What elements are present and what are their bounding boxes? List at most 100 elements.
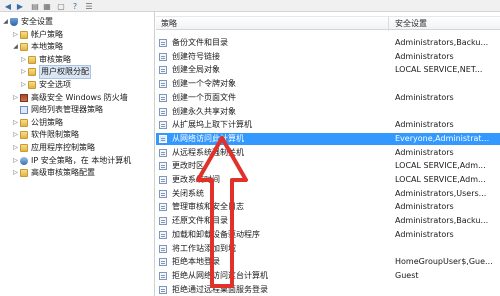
tree-expander-icon[interactable]: ▷ (12, 92, 19, 104)
table-row[interactable]: 从扩展坞上取下计算机 Administrators (156, 119, 500, 131)
policy-name: 关闭系统 (172, 188, 204, 198)
policy-name: 从扩展坞上取下计算机 (172, 120, 252, 130)
security-settings-tree: ◢ 安全设置 ▷ 帐户策略 ◢ 本地策略 ▷ 审核策略 ▷ 用户权限分配 ▷ 安全选项 ▷ 高级安全 Wi… (0, 12, 155, 296)
policy-name: 拒绝本地登录 (172, 257, 220, 267)
fw-icon (20, 93, 28, 102)
security-setting: Administrators (395, 51, 454, 61)
tree-item-label: 网络列表管理器策略 (31, 105, 103, 115)
forward-arrow-icon[interactable]: ▶ (15, 1, 25, 11)
table-row[interactable]: 创建一个页面文件 Administrators (156, 92, 500, 104)
ipsec-icon (20, 156, 28, 165)
tree-item-label: 软件限制策略 (31, 130, 79, 140)
tree-item[interactable]: ▷ 应用程序控制策略 (12, 142, 95, 154)
tree-expander-icon[interactable]: ▷ (20, 79, 27, 91)
policy-icon (159, 285, 167, 294)
policy-icon (159, 258, 167, 267)
security-setting: LOCAL SERVICE,Adm... (395, 161, 486, 171)
folder-icon (20, 118, 28, 127)
help-icon[interactable]: ? (70, 1, 80, 11)
table-row[interactable]: 还原文件和目录 Administrators,Backu... (156, 215, 500, 227)
policy-list: 策略 安全设置 备份文件和目录 Administrators,Backu... 创建… (156, 12, 500, 296)
table-row[interactable]: 管理审核和安全日志 Administrators (156, 201, 500, 213)
tree-item[interactable]: ▷ 软件限制策略 (12, 129, 79, 141)
policy-name: 更改系统时间 (172, 175, 220, 184)
policy-icon (159, 80, 167, 89)
policy-name: 创建永久共享对象 (172, 106, 236, 116)
tree-item-label: 用户权限分配 (39, 65, 91, 80)
table-row[interactable]: 从远程系统强制关机 Administrators (156, 147, 500, 159)
tree-item-label: 高级安全 Windows 防火墙 (31, 92, 128, 102)
security-setting: LOCAL SERVICE,NET... (395, 65, 483, 75)
toolbar: ◀ ▶ ▤ ▦ ▢ ? ☰ (0, 0, 500, 12)
shield-icon (10, 18, 18, 26)
table-row[interactable]: 更改时区 LOCAL SERVICE,Adm... (156, 160, 500, 172)
tree-expander-icon[interactable]: ▷ (12, 29, 19, 41)
tree-item-label: IP 安全策略，在 本地计算机 (31, 155, 132, 165)
folder-icon (20, 30, 28, 39)
policy-name: 拒绝通过远程桌面服务登录 (172, 284, 268, 294)
tree-item[interactable]: ▷ 高级审核策略配置 (12, 167, 95, 179)
policy-name: 创建一个令牌对象 (172, 79, 236, 89)
tree-expander-icon[interactable]: ▷ (20, 66, 27, 78)
tree-item-label: 帐户策略 (31, 29, 63, 39)
folder-icon (28, 68, 36, 77)
table-row[interactable]: 创建永久共享对象 (156, 106, 500, 118)
table-row[interactable]: 拒绝从网络访问这台计算机 Guest (156, 270, 500, 282)
tree-item[interactable]: ▷ 帐户策略 (12, 29, 63, 41)
tree-item[interactable]: ▷ 安全选项 (20, 79, 71, 91)
tree-expander-icon[interactable]: ▷ (12, 167, 19, 179)
policy-icon (20, 106, 28, 115)
document-icon[interactable]: ▢ (56, 1, 66, 11)
tree-expander-icon[interactable]: ▷ (12, 117, 19, 129)
table-row[interactable]: 加载和卸载设备驱动程序 Administrators (156, 229, 500, 241)
policy-icon (159, 244, 167, 253)
tree-item[interactable]: ▷ 审核策略 (20, 54, 71, 66)
security-setting: HomeGroupUser$,Gue... (395, 257, 493, 267)
back-arrow-icon[interactable]: ◀ (3, 1, 13, 11)
table-row[interactable]: 关闭系统 Administrators,Users... (156, 188, 500, 200)
tree-item[interactable]: 网络列表管理器策略 (12, 104, 103, 116)
security-setting: Administrators (395, 147, 454, 157)
policy-icon (159, 203, 167, 212)
tree-item-label: 审核策略 (39, 54, 71, 64)
tree-expander-icon[interactable]: ◢ (12, 41, 19, 53)
security-setting: Administrators,Users... (395, 188, 487, 198)
tree-item[interactable]: ▷ 用户权限分配 (20, 65, 91, 80)
tree-item[interactable]: ◢ 本地策略 (12, 41, 63, 53)
policy-name: 管理审核和安全日志 (172, 202, 244, 212)
table-row[interactable]: 创建全局对象 LOCAL SERVICE,NET... (156, 64, 500, 76)
folder-icon (20, 169, 28, 178)
list-icon[interactable]: ☰ (84, 1, 94, 11)
table-row[interactable]: 从网络访问此计算机 Everyone,Administrat... (156, 132, 500, 145)
table-row[interactable]: 创建符号链接 Administrators (156, 51, 500, 63)
tree-expander-icon[interactable]: ▷ (20, 54, 27, 66)
grid-icon[interactable]: ▦ (42, 1, 52, 11)
tree-item[interactable]: ▷ 公钥策略 (12, 117, 63, 129)
tree-item[interactable]: ▷ 高级安全 Windows 防火墙 (12, 92, 128, 104)
tree-expander-icon[interactable]: ▷ (12, 155, 19, 167)
tree-item[interactable]: ▷ IP 安全策略，在 本地计算机 (12, 155, 131, 167)
policy-icon (159, 217, 167, 226)
policy-name: 拒绝从网络访问这台计算机 (172, 270, 268, 280)
table-row[interactable]: 拒绝本地登录 HomeGroupUser$,Gue... (156, 256, 500, 268)
table-row[interactable]: 更改系统时间 LOCAL SERVICE,Adm... (156, 174, 500, 186)
policy-icon (159, 230, 167, 239)
security-setting: Administrators (395, 202, 454, 212)
tree-expander-icon[interactable]: ◢ (2, 16, 9, 28)
policy-name: 从网络访问此计算机 (172, 133, 244, 143)
tree-item-label: 公钥策略 (31, 117, 63, 127)
policy-name: 将工作站添加到域 (172, 243, 236, 253)
table-row[interactable]: 拒绝通过远程桌面服务登录 (156, 284, 500, 296)
column-header-policy[interactable]: 策略 (161, 17, 177, 30)
tree-item-label: 本地策略 (31, 42, 63, 52)
tree-item[interactable]: ◢ 安全设置 (2, 16, 53, 28)
table-row[interactable]: 创建一个令牌对象 (156, 78, 500, 90)
folder-up-icon[interactable]: ▤ (30, 1, 40, 11)
column-header-setting[interactable]: 安全设置 (395, 17, 427, 30)
tree-expander-icon[interactable]: ▷ (12, 129, 19, 141)
tree-item-label: 应用程序控制策略 (31, 143, 95, 152)
table-row[interactable]: 备份文件和目录 Administrators,Backu... (156, 37, 500, 49)
tree-expander-icon[interactable]: ▷ (12, 142, 19, 154)
security-setting: Administrators,Backu... (395, 216, 489, 226)
table-row[interactable]: 将工作站添加到域 (156, 243, 500, 255)
